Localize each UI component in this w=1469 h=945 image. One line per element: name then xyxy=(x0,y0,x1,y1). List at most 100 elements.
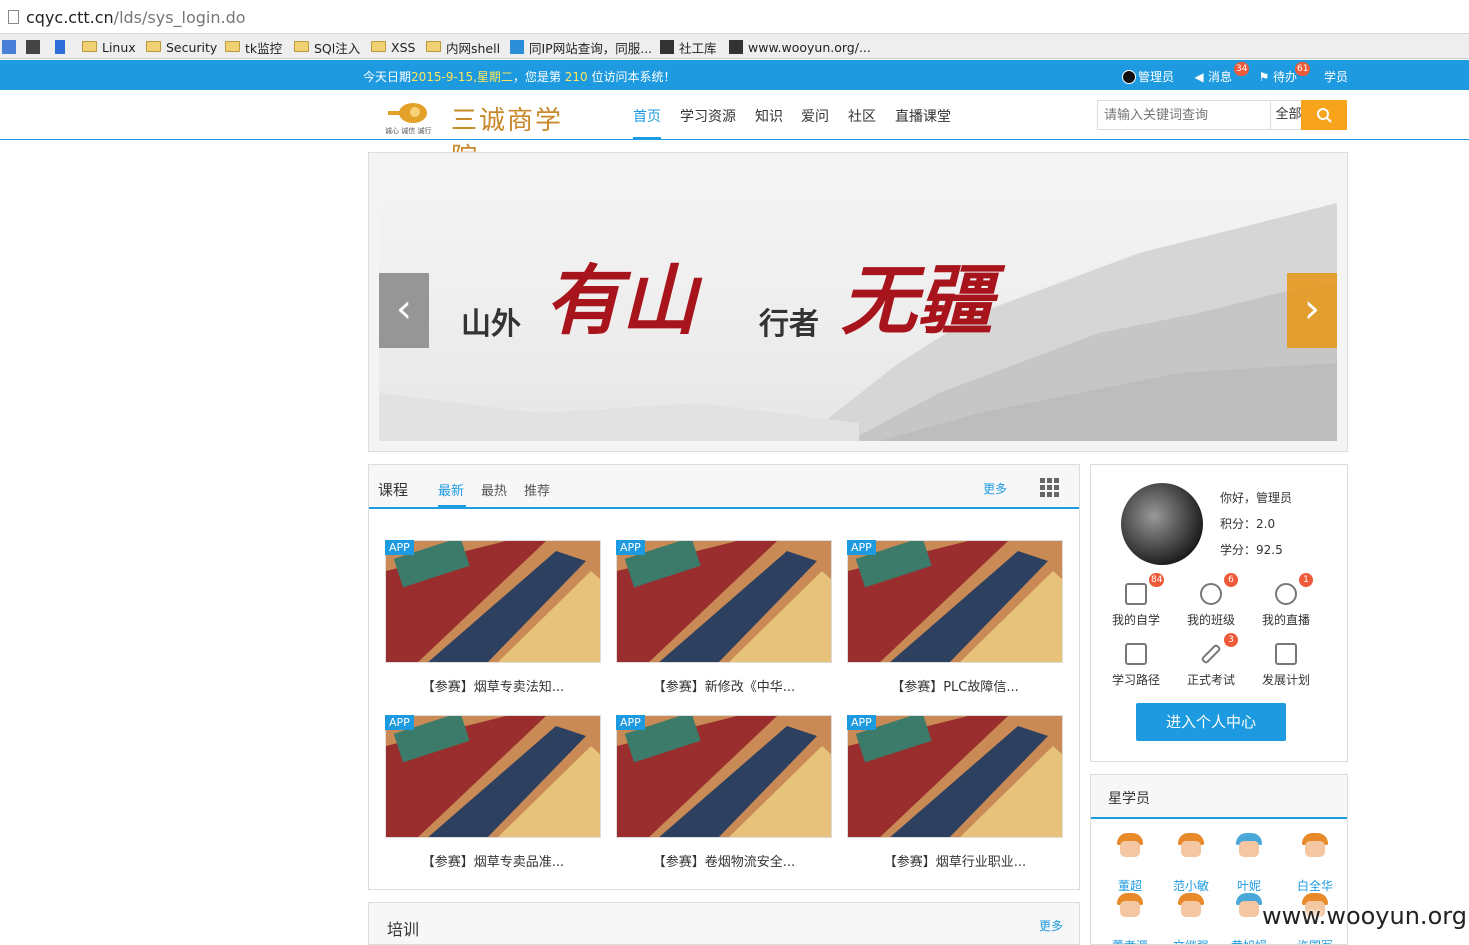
app-tag: APP xyxy=(847,715,876,730)
bookmark-ip-query[interactable]: 同IP网站查询，同服... xyxy=(510,38,652,56)
tab-hottest[interactable]: 最热 xyxy=(481,480,507,499)
app-tag: APP xyxy=(385,715,414,730)
url-text[interactable]: cqyc.ctt.cn/lds/sys_login.do xyxy=(26,8,246,27)
student-name[interactable]: 许国军 xyxy=(1287,937,1343,944)
google-bookmark-icon[interactable] xyxy=(2,38,21,56)
student-link[interactable]: 学员 xyxy=(1324,68,1348,85)
bookmark-label: Linux xyxy=(102,39,136,55)
course-thumbnail[interactable] xyxy=(385,715,601,838)
folder-icon xyxy=(371,40,386,52)
quick-dev-plan[interactable]: 发展计划 xyxy=(1249,637,1323,695)
enter-personal-center-button[interactable]: 进入个人中心 xyxy=(1136,703,1286,741)
messages-badge: 34 xyxy=(1234,62,1250,76)
browser-address-bar[interactable]: cqyc.ctt.cn/lds/sys_login.do xyxy=(0,0,1469,34)
site-logo[interactable]: 三诚商学院 诚心 诚信 诚行 xyxy=(385,98,585,173)
tab-newest[interactable]: 最新 xyxy=(438,480,464,499)
calendar-icon xyxy=(1275,643,1297,665)
avatar[interactable] xyxy=(1121,483,1203,565)
course-thumbnail[interactable] xyxy=(385,540,601,663)
student-name[interactable]: 董超 xyxy=(1102,877,1158,894)
quick-self-study[interactable]: 我的自学 84 xyxy=(1099,573,1173,635)
carousel-next-button[interactable]: › xyxy=(1287,273,1337,348)
student-avatar-icon xyxy=(1236,893,1262,921)
search-button[interactable] xyxy=(1301,100,1347,130)
course-title-link[interactable]: 【参赛】烟草专卖品准... xyxy=(385,851,601,870)
carousel-prev-button[interactable]: ‹ xyxy=(379,273,429,348)
app-tag: APP xyxy=(616,540,645,555)
course-title-link[interactable]: 【参赛】新修改《中华... xyxy=(616,676,832,695)
bookmark-linux[interactable]: Linux xyxy=(82,38,136,56)
nav-community[interactable]: 社区 xyxy=(848,106,876,126)
app-tag: APP xyxy=(847,540,876,555)
books-image xyxy=(848,541,1062,662)
course-title-link[interactable]: 【参赛】PLC故障信... xyxy=(847,676,1063,695)
site-bookmark-icon[interactable] xyxy=(26,38,45,56)
training-title: 培训 xyxy=(387,920,420,939)
nav-knowledge[interactable]: 知识 xyxy=(755,106,783,126)
notice-suffix: 位访问本系统！ xyxy=(587,70,676,84)
student-name[interactable]: 白全华 xyxy=(1287,877,1343,894)
bookmark-shell[interactable]: 内网shell xyxy=(426,38,500,56)
bookmark-flag-icon[interactable] xyxy=(55,38,70,56)
bookmark-xss[interactable]: XSS xyxy=(371,38,415,56)
pencil-icon xyxy=(1200,643,1222,665)
banner-text-left: 山外 xyxy=(461,307,521,342)
bookmark-social[interactable]: 社工库 xyxy=(660,38,717,56)
quick-my-class[interactable]: 我的班级 6 xyxy=(1174,573,1248,635)
messages-label: 消息 xyxy=(1208,70,1233,84)
quick-formal-exam[interactable]: 正式考试 3 xyxy=(1174,633,1248,695)
site-header: 三诚商学院 诚心 诚信 诚行 首页 学习资源 知识 爱问 社区 直播课堂 全部 xyxy=(0,90,1469,173)
course-thumbnail[interactable] xyxy=(616,540,832,663)
student-name[interactable]: 范小敏 xyxy=(1163,877,1219,894)
quick-my-live[interactable]: 我的直播 1 xyxy=(1249,573,1323,635)
path-icon xyxy=(1125,643,1147,665)
course-thumbnail[interactable] xyxy=(847,540,1063,663)
course-title-link[interactable]: 【参赛】烟草行业职业... xyxy=(847,851,1063,870)
folder-icon xyxy=(426,40,441,52)
nav-learning-resources[interactable]: 学习资源 xyxy=(680,106,736,126)
visitor-count: 210 xyxy=(564,70,588,84)
bookmark-security[interactable]: Security xyxy=(146,38,217,56)
tab-recommended[interactable]: 推荐 xyxy=(524,480,550,499)
tab-active-underline xyxy=(438,505,466,507)
training-more-link[interactable]: 更多 xyxy=(1039,917,1063,934)
course-title-link[interactable]: 【参赛】卷烟物流安全... xyxy=(616,851,832,870)
bookmark-sql[interactable]: SQl注入 xyxy=(294,38,360,56)
student-name[interactable]: 文继强 xyxy=(1163,937,1219,944)
search-input[interactable] xyxy=(1098,101,1270,129)
profile-greeting: 你好，管理员 xyxy=(1220,491,1293,505)
admin-avatar-icon xyxy=(1122,69,1136,84)
books-image xyxy=(386,716,600,837)
bookmarks-bar: Linux Security tk监控 SQl注入 XSS 内网shell 同I… xyxy=(0,34,1469,59)
course-thumbnail[interactable] xyxy=(616,715,832,838)
student-name[interactable]: 叶妮 xyxy=(1221,877,1277,894)
admin-link[interactable]: 管理员 xyxy=(1122,68,1174,85)
grid-view-icon[interactable] xyxy=(1040,478,1059,497)
nav-home[interactable]: 首页 xyxy=(633,106,661,126)
bookmark-wooyun[interactable]: www.wooyun.org/... xyxy=(729,38,871,56)
nav-ask[interactable]: 爱问 xyxy=(801,106,829,126)
bookmark-tk[interactable]: tk监控 xyxy=(225,38,282,56)
student-name[interactable]: 黄旭娟 xyxy=(1221,937,1277,944)
quick-badge: 3 xyxy=(1224,633,1238,647)
student-name[interactable]: 董孝源 xyxy=(1102,937,1158,944)
todo-link[interactable]: ⚑ 待办 61 xyxy=(1257,62,1311,85)
folder-icon xyxy=(146,40,161,52)
book-icon xyxy=(1125,583,1147,605)
todo-badge: 61 xyxy=(1295,62,1311,76)
banner-text-right: 行者 xyxy=(759,307,819,342)
date-notice: 今天日期2015-9-15,星期二，您是第 210 位访问本系统！ xyxy=(363,68,676,85)
course-thumbnail[interactable] xyxy=(847,715,1063,838)
student-avatar-icon xyxy=(1236,833,1262,861)
quick-learning-path[interactable]: 学习路径 xyxy=(1099,637,1173,695)
site-icon xyxy=(729,40,743,54)
quick-badge: 84 xyxy=(1149,573,1165,587)
messages-link[interactable]: ◀ 消息 34 xyxy=(1192,62,1250,85)
course-more-link[interactable]: 更多 xyxy=(983,480,1007,497)
nav-live-class[interactable]: 直播课堂 xyxy=(895,106,951,126)
quick-label: 我的班级 xyxy=(1186,613,1235,627)
play-icon xyxy=(1275,583,1297,605)
speaker-icon: ◀ xyxy=(1194,69,1204,84)
course-title-link[interactable]: 【参赛】烟草专卖法知... xyxy=(385,676,601,695)
site-icon xyxy=(660,40,674,54)
